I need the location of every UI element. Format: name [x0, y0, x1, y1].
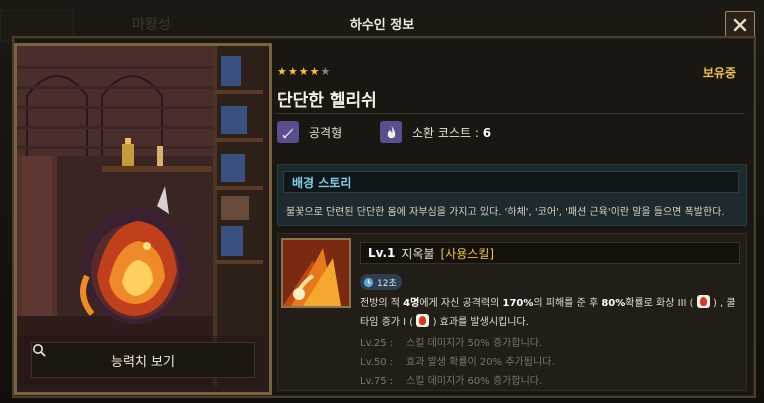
- type-label: 공격형: [309, 125, 343, 140]
- modal-title: 하수인 정보: [349, 18, 415, 33]
- star-empty-icon: ★: [320, 65, 331, 78]
- cooldown-increase-status-icon: [416, 314, 430, 327]
- close-icon: [733, 18, 747, 32]
- background-story-panel: 배경 스토리 불꽃으로 단련된 단단한 몸에 자부심을 가지고 있다. '하체'…: [277, 164, 747, 226]
- skill-header: Lv.1 지옥불 [사용스킬]: [360, 242, 740, 264]
- star-icon: ★: [277, 65, 287, 78]
- skill-upgrade-row: Lv.50 : 효과 발생 확률이 20% 추가됩니다.: [360, 357, 555, 368]
- skill-upgrade-row: Lv.75 : 스킬 데미지가 60% 증가합니다.: [360, 376, 543, 387]
- star-rating: ★ ★ ★ ★ ★: [277, 66, 330, 77]
- cooldown-badge: 12초: [360, 274, 402, 290]
- skill-level: Lv.1: [368, 246, 396, 260]
- cost-value: 6: [482, 125, 492, 140]
- dungeon-scene-illustration: [17, 46, 263, 386]
- view-stats-label: 능력치 보기: [111, 354, 175, 370]
- divider: [275, 113, 745, 114]
- hellfire-skill-icon: [281, 238, 351, 308]
- skill-description: 전방의 적 4명에게 자신 공격력의 170%의 피해를 준 후 80%확률로 …: [360, 294, 744, 332]
- type-attribute: 공격형: [277, 121, 342, 143]
- cooldown-value: 12초: [377, 278, 397, 289]
- close-button[interactable]: [725, 11, 755, 39]
- star-icon: ★: [287, 65, 298, 78]
- minion-name: 단단한 헬리쉬: [277, 91, 377, 111]
- magnifier-icon: [33, 344, 46, 357]
- burn-status-icon: [696, 295, 710, 308]
- skill-upgrade-row: Lv.25 : 스킬 데미지가 50% 증가합니다.: [360, 338, 543, 349]
- star-icon: ★: [309, 65, 320, 78]
- owned-status: 보유중: [702, 66, 736, 80]
- skill-tag: [사용스킬]: [440, 246, 495, 261]
- view-stats-button[interactable]: 능력치 보기: [31, 342, 255, 378]
- sword-icon: [277, 121, 299, 143]
- summon-cost-attribute: 소환 코스트 : 6: [380, 121, 491, 143]
- skill-panel: Lv.1 지옥불 [사용스킬] 12초 전방의 적 4명에게 자신 공격력의 1…: [277, 233, 747, 391]
- flame-icon: [380, 121, 402, 143]
- star-icon: ★: [298, 65, 309, 78]
- cost-label: 소환 코스트 :: [412, 125, 479, 140]
- minion-portrait: 능력치 보기: [14, 43, 272, 395]
- clock-icon: [363, 277, 374, 287]
- skill-name: 지옥불: [401, 246, 435, 261]
- story-text: 불꽃으로 단련된 단단한 몸에 자부심을 가지고 있다. '하체', '코어',…: [286, 207, 725, 218]
- story-heading: 배경 스토리: [283, 171, 739, 193]
